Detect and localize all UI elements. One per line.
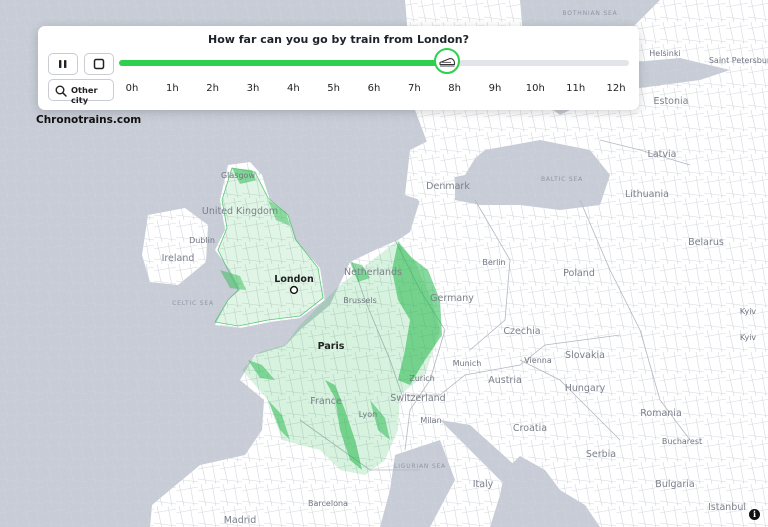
country-label-switzerland: Switzerland (390, 393, 445, 404)
hour-tick-4[interactable]: 4h (278, 83, 308, 94)
country-label-serbia: Serbia (586, 449, 616, 460)
city-label-dublin: Dublin (189, 236, 215, 245)
sea-label-ligurian: LIGURIAN SEA (394, 463, 446, 470)
stop-icon (93, 58, 105, 70)
hour-tick-12[interactable]: 12h (601, 83, 631, 94)
other-city-button[interactable]: Other city (48, 79, 114, 105)
city-label-istanbul: Istanbul (708, 502, 746, 513)
city-label-kyiv: Kyiv (740, 307, 757, 316)
country-label-czechia: Czechia (503, 326, 540, 337)
country-label-estonia: Estonia (654, 96, 689, 107)
hour-tick-6[interactable]: 6h (359, 83, 389, 94)
city-label-helsinki: Helsinki (649, 49, 680, 58)
time-slider-handle[interactable] (433, 48, 460, 74)
city-label-london: London (274, 274, 314, 285)
pause-icon (59, 60, 67, 68)
info-icon[interactable]: i (749, 509, 760, 520)
city-label-bucharest: Bucharest (662, 437, 702, 446)
hour-tick-2[interactable]: 2h (198, 83, 228, 94)
stop-button[interactable] (84, 53, 114, 75)
panel-title: How far can you go by train from London? (208, 33, 469, 46)
country-label-germany: Germany (430, 293, 474, 304)
city-label-zurich: Zurich (409, 374, 435, 383)
city-label-saint-petersburg: Saint Petersburg (709, 56, 768, 65)
hour-tick-7[interactable]: 7h (399, 83, 429, 94)
time-slider-fill (119, 60, 447, 66)
hour-tick-8[interactable]: 8h (440, 83, 470, 94)
city-label-vienna: Vienna (524, 356, 552, 365)
city-label-madrid: Madrid (224, 515, 257, 526)
sea-label-celtic: CELTIC SEA (172, 300, 214, 307)
hour-tick-11[interactable]: 11h (561, 83, 591, 94)
hour-tick-10[interactable]: 10h (520, 83, 550, 94)
country-label-belarus: Belarus (688, 237, 724, 248)
hour-tick-5[interactable]: 5h (319, 83, 349, 94)
pause-button[interactable] (48, 53, 78, 75)
hour-tick-0[interactable]: 0h (117, 83, 147, 94)
country-label-denmark: Denmark (426, 181, 470, 192)
train-icon (439, 57, 455, 67)
country-label-latvia: Latvia (648, 149, 677, 160)
city-label-paris: Paris (318, 341, 345, 352)
country-label-italy: Italy (473, 479, 494, 490)
country-label-poland: Poland (563, 268, 595, 279)
city-label-lyon: Lyon (359, 410, 377, 419)
search-icon (55, 85, 67, 97)
other-city-label: Other city (71, 85, 98, 105)
country-label-croatia: Croatia (513, 423, 547, 434)
hour-tick-1[interactable]: 1h (157, 83, 187, 94)
sea-label-baltic: BALTIC SEA (541, 176, 583, 183)
country-label-romania: Romania (640, 408, 682, 419)
city-label-brussels: Brussels (343, 296, 377, 305)
country-label-ireland: Ireland (162, 253, 195, 264)
hour-tick-9[interactable]: 9h (480, 83, 510, 94)
hour-tick-3[interactable]: 3h (238, 83, 268, 94)
city-label-glasgow: Glasgow (221, 171, 255, 180)
country-label-bulgaria: Bulgaria (655, 479, 694, 490)
city-label-barcelona: Barcelona (308, 499, 348, 508)
city-label-kyiv-2: Kyiv (740, 333, 757, 342)
sea-label-bothnian: BOTHNIAN SEA (563, 10, 618, 17)
country-label-united-kingdom: United Kingdom (202, 206, 278, 217)
control-panel: How far can you go by train from London?… (38, 26, 639, 110)
country-label-slovakia: Slovakia (565, 350, 605, 361)
city-label-berlin: Berlin (482, 258, 505, 267)
brand-logo[interactable]: Chronotrains.com (36, 114, 141, 126)
time-slider-track[interactable] (119, 60, 629, 66)
country-label-austria: Austria (488, 375, 522, 386)
london-origin-marker (289, 285, 299, 295)
country-label-lithuania: Lithuania (625, 189, 669, 200)
country-label-hungary: Hungary (565, 383, 606, 394)
city-label-milan: Milan (420, 416, 441, 425)
country-label-netherlands: Netherlands (344, 267, 402, 278)
city-label-munich: Munich (453, 359, 482, 368)
country-label-france: France (310, 396, 342, 407)
